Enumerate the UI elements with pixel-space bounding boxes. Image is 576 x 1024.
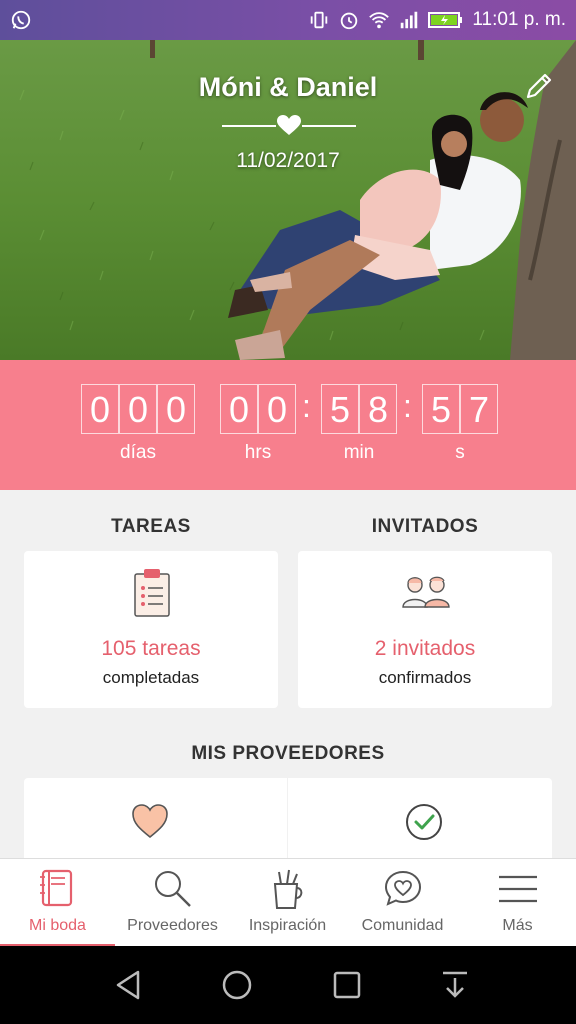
- countdown-digit: 0: [119, 384, 157, 434]
- heart-divider-icon: [222, 115, 356, 135]
- countdown-separator: :: [403, 388, 412, 424]
- nav-mi-boda[interactable]: Mi boda: [0, 859, 115, 947]
- tasks-count: 105 tareas: [101, 637, 201, 660]
- notebook-icon: [40, 869, 73, 907]
- notifications-pulldown-icon[interactable]: [438, 968, 472, 1002]
- whatsapp-icon: [11, 10, 31, 30]
- wedding-countdown: 0 0 0 0 0 : 5 8 : 5 7 días hrs min s: [0, 360, 576, 490]
- chat-heart-icon: [384, 870, 422, 906]
- clipboard-icon: [134, 569, 170, 617]
- guests-title: INVITADOS: [371, 516, 479, 537]
- booked-vendors-card[interactable]: [288, 778, 552, 868]
- favorite-vendors-card[interactable]: [24, 778, 287, 868]
- battery-icon: [428, 12, 463, 28]
- countdown-digit: 0: [81, 384, 119, 434]
- countdown-separator: :: [302, 388, 311, 424]
- countdown-minutes-label: min: [343, 442, 375, 463]
- bottom-navigation: Mi boda Proveedores Inspiración Comunida…: [0, 858, 576, 947]
- alarm-icon: [341, 12, 358, 30]
- guests-status: confirmados: [378, 668, 472, 687]
- tasks-title: TAREAS: [111, 516, 191, 537]
- countdown-digit: 5: [321, 384, 359, 434]
- countdown-digit: 8: [359, 384, 397, 434]
- status-bar: 11:01 p. m.: [0, 0, 576, 40]
- status-time: 11:01 p. m.: [472, 9, 566, 30]
- menu-icon: [499, 875, 537, 903]
- signal-icon: [401, 11, 418, 29]
- edit-pencil-icon[interactable]: [523, 72, 553, 102]
- countdown-digit: 5: [422, 384, 460, 434]
- vibrate-icon: [311, 11, 328, 29]
- nav-label: Mi boda: [29, 917, 86, 934]
- vendors-title: MIS PROVEEDORES: [191, 743, 385, 764]
- home-icon[interactable]: [220, 968, 254, 1002]
- recents-icon[interactable]: [330, 968, 364, 1002]
- guests-couple-icon: [402, 576, 450, 608]
- countdown-digit: 0: [157, 384, 195, 434]
- countdown-digit: 0: [258, 384, 296, 434]
- countdown-hours-label: hrs: [244, 442, 272, 463]
- nav-label: Comunidad: [361, 917, 444, 934]
- countdown-seconds-label: s: [455, 442, 465, 463]
- nav-label: Más: [502, 917, 533, 934]
- heart-icon: [132, 804, 168, 839]
- nav-proveedores[interactable]: Proveedores: [115, 859, 230, 947]
- couple-names: Móni & Daniel: [198, 72, 378, 102]
- tasks-card[interactable]: 105 tareas completadas: [24, 551, 278, 708]
- countdown-digit: 0: [220, 384, 258, 434]
- countdown-days-label: días: [120, 442, 156, 463]
- guests-count: 2 invitados: [374, 637, 476, 660]
- nav-inspiracion[interactable]: Inspiración: [230, 859, 345, 947]
- nav-label: Proveedores: [127, 917, 218, 934]
- countdown-digit: 7: [460, 384, 498, 434]
- back-icon[interactable]: [112, 968, 146, 1002]
- system-navigation-bar: [0, 946, 576, 1024]
- hero-photo: Móni & Daniel 11/02/2017: [0, 40, 576, 360]
- nav-mas[interactable]: Más: [460, 859, 575, 947]
- wedding-date: 11/02/2017: [236, 149, 340, 172]
- wifi-icon: [369, 12, 390, 29]
- guests-card[interactable]: 2 invitados confirmados: [298, 551, 552, 708]
- pencil-cup-icon: [273, 869, 303, 909]
- search-icon: [155, 871, 191, 907]
- nav-label: Inspiración: [248, 917, 327, 934]
- tasks-status: completadas: [102, 668, 200, 687]
- nav-comunidad[interactable]: Comunidad: [345, 859, 460, 947]
- check-circle-icon: [406, 804, 442, 840]
